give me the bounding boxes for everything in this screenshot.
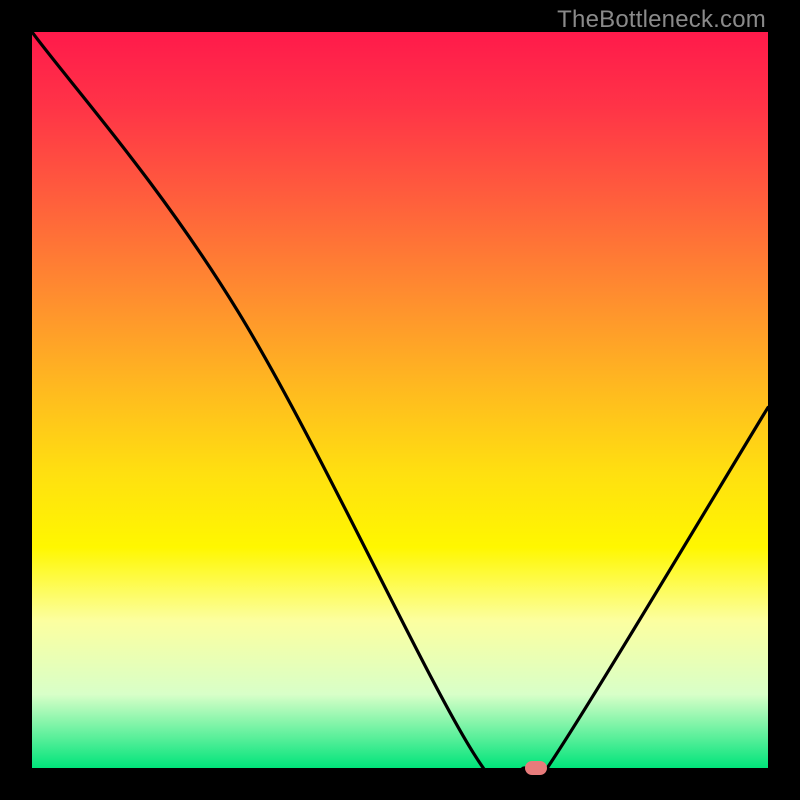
chart-frame: TheBottleneck.com <box>0 0 800 800</box>
optimal-point-marker <box>525 761 547 775</box>
chart-curve <box>32 32 768 768</box>
bottleneck-curve-path <box>32 32 768 768</box>
watermark-text: TheBottleneck.com <box>557 6 766 34</box>
